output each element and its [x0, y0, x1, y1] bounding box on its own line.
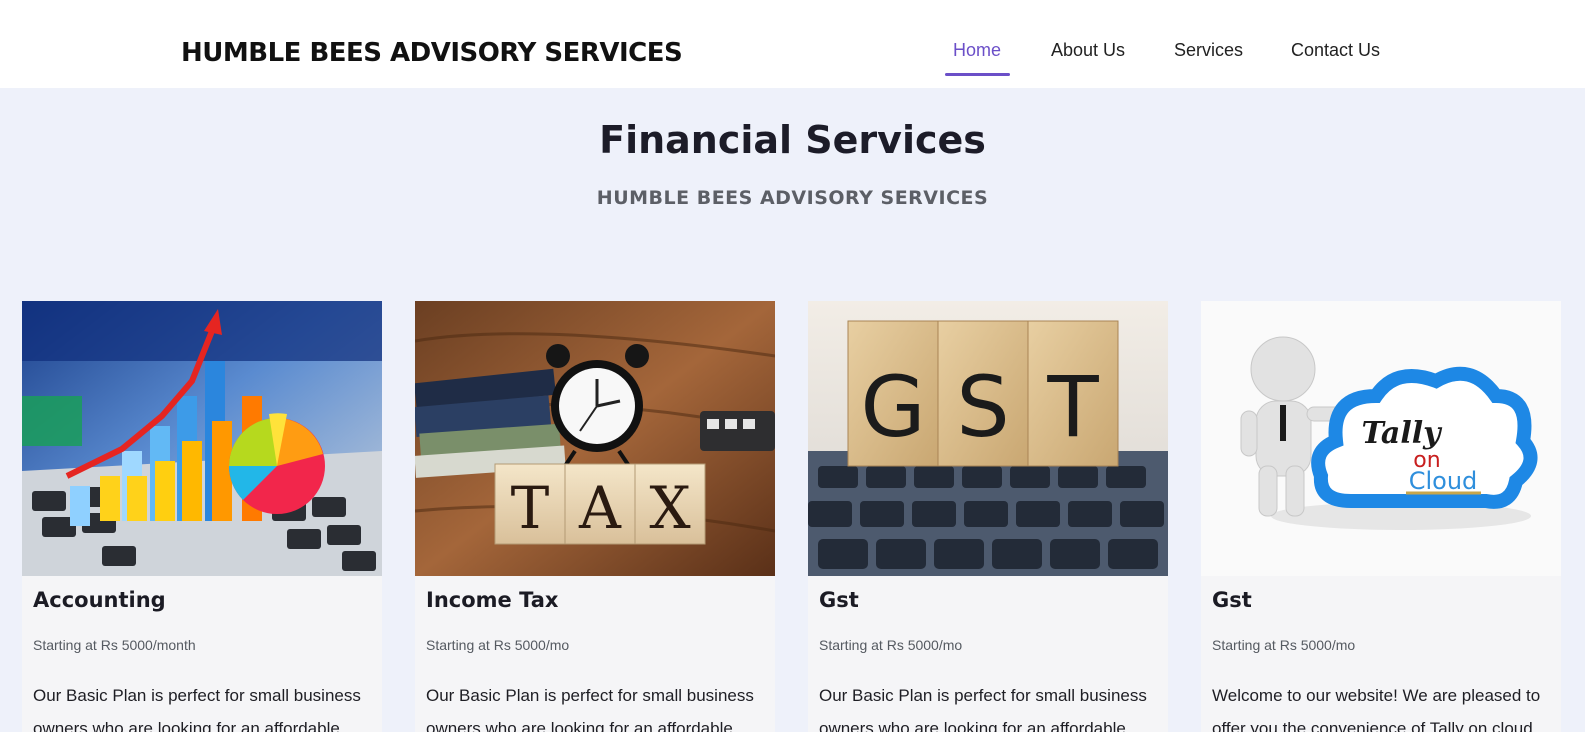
service-card-accounting[interactable]: Accounting Starting at Rs 5000/month Our…	[22, 301, 382, 732]
card-price: Starting at Rs 5000/mo	[819, 637, 963, 653]
svg-text:A: A	[578, 474, 622, 542]
card-description: Our Basic Plan is perfect for small busi…	[426, 686, 754, 732]
service-card-tally-on-cloud[interactable]: Tally on Cloud Gst Starting at Rs 5000/m…	[1201, 301, 1561, 732]
svg-text:X: X	[649, 474, 691, 542]
card-price: Starting at Rs 5000/mo	[1212, 637, 1356, 653]
gst-blocks-image: G S T	[808, 301, 1168, 576]
card-description: Welcome to our website! We are pleased t…	[1212, 686, 1541, 732]
svg-text:T: T	[511, 474, 550, 542]
svg-text:Tally: Tally	[1361, 416, 1443, 451]
nav-about-us[interactable]: About Us	[1051, 40, 1125, 61]
card-price: Starting at Rs 5000/month	[33, 637, 196, 653]
nav-services[interactable]: Services	[1174, 40, 1243, 61]
page-subtitle: HUMBLE BEES ADVISORY SERVICES	[596, 187, 989, 209]
card-title: Income Tax	[426, 588, 559, 612]
card-title: Gst	[1212, 588, 1252, 612]
site-header: HUMBLE BEES ADVISORY SERVICES Home About…	[0, 0, 1585, 88]
site-brand[interactable]: HUMBLE BEES ADVISORY SERVICES	[181, 38, 683, 68]
tally-on-cloud-image: Tally on Cloud	[1201, 301, 1561, 576]
card-description: Our Basic Plan is perfect for small busi…	[33, 686, 361, 732]
service-card-gst[interactable]: G S T Gst Starting at Rs 5000/mo Our Bas…	[808, 301, 1168, 732]
card-price: Starting at Rs 5000/mo	[426, 637, 570, 653]
card-title: Accounting	[33, 588, 166, 612]
tax-clock-image: T A X	[415, 301, 775, 576]
page-title: Financial Services	[599, 118, 986, 162]
card-title: Gst	[819, 588, 859, 612]
svg-text:T: T	[1046, 358, 1099, 456]
nav-home[interactable]: Home	[953, 40, 1001, 61]
accounting-chart-image	[22, 301, 382, 576]
svg-text:S: S	[956, 358, 1009, 456]
service-card-income-tax[interactable]: T A X Income Tax Starting at Rs 5000/mo …	[415, 301, 775, 732]
svg-text:G: G	[860, 358, 925, 456]
nav-contact-us[interactable]: Contact Us	[1291, 40, 1380, 61]
card-description: Our Basic Plan is perfect for small busi…	[819, 686, 1147, 732]
nav-active-indicator	[945, 73, 1010, 76]
svg-text:Cloud: Cloud	[1409, 467, 1478, 495]
